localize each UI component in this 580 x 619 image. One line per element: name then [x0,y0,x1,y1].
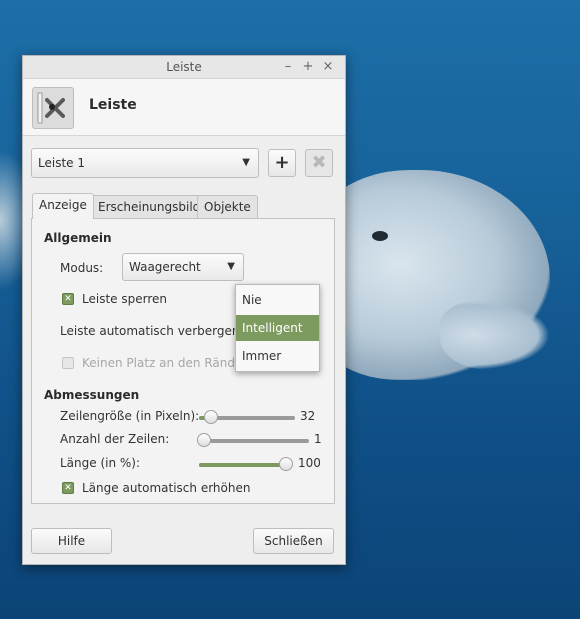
titlebar[interactable]: Leiste – + × [23,56,345,79]
mode-label: Modus: [60,261,104,275]
close-button[interactable]: Schließen [253,528,334,554]
reserve-space-checkbox[interactable] [62,357,74,369]
window-title: Leiste [166,60,202,74]
panel-settings-icon [32,87,74,129]
rows-slider[interactable] [197,433,309,447]
maximize-button[interactable]: + [301,56,315,78]
autohide-dropdown-menu: Nie Intelligent Immer [235,284,320,372]
help-button[interactable]: Hilfe [31,528,112,554]
rows-value: 1 [314,432,322,446]
section-heading-general: Allgemein [44,231,112,245]
row-size-label: Zeilengröße (in Pixeln): [60,409,200,423]
length-slider-handle[interactable] [279,457,293,471]
close-window-button[interactable]: × [321,56,335,78]
length-slider-fill [199,463,291,467]
autogrow-checkbox[interactable]: ✕ [62,482,74,494]
length-value: 100 [298,456,321,470]
lock-panel-checkbox[interactable]: ✕ [62,293,74,305]
tab-anzeige[interactable]: Anzeige [32,193,94,219]
menu-item-nie[interactable]: Nie [236,287,319,313]
row-size-slider[interactable] [199,410,295,424]
row-size-slider-handle[interactable] [204,410,218,424]
section-heading-dimensions: Abmessungen [44,388,140,402]
mode-combo[interactable]: Waagerecht ▼ [122,253,244,281]
menu-item-immer[interactable]: Immer [236,343,319,369]
menu-item-intelligent[interactable]: Intelligent [236,315,319,341]
mode-value: Waagerecht [129,260,201,274]
header-title: Leiste [89,97,137,113]
panel-select-combo[interactable]: Leiste 1 ▼ [31,148,259,178]
autohide-label: Leiste automatisch verbergen: [60,324,244,338]
add-panel-button[interactable]: + [268,149,296,177]
chevron-down-icon: ▼ [227,261,235,272]
chevron-down-icon: ▼ [242,157,250,168]
rows-slider-handle[interactable] [197,433,211,447]
length-slider[interactable] [199,457,293,471]
autogrow-label: Länge automatisch erhöhen [82,481,251,495]
minimize-button[interactable]: – [281,56,295,78]
length-label: Länge (in %): [60,456,141,470]
panel-select-value: Leiste 1 [38,156,85,170]
background-dolphin-eye [372,231,388,241]
rows-label: Anzahl der Zeilen: [60,432,170,446]
lock-panel-label: Leiste sperren [82,292,167,306]
tab-objekte[interactable]: Objekte [197,195,258,219]
tab-erscheinungsbild[interactable]: Erscheinungsbild [91,195,208,219]
reserve-space-label: Keinen Platz an den Rändern [82,356,255,370]
row-size-value: 32 [300,409,316,423]
remove-panel-button[interactable]: ✖ [305,149,333,177]
dialog-header: Leiste [23,79,345,136]
